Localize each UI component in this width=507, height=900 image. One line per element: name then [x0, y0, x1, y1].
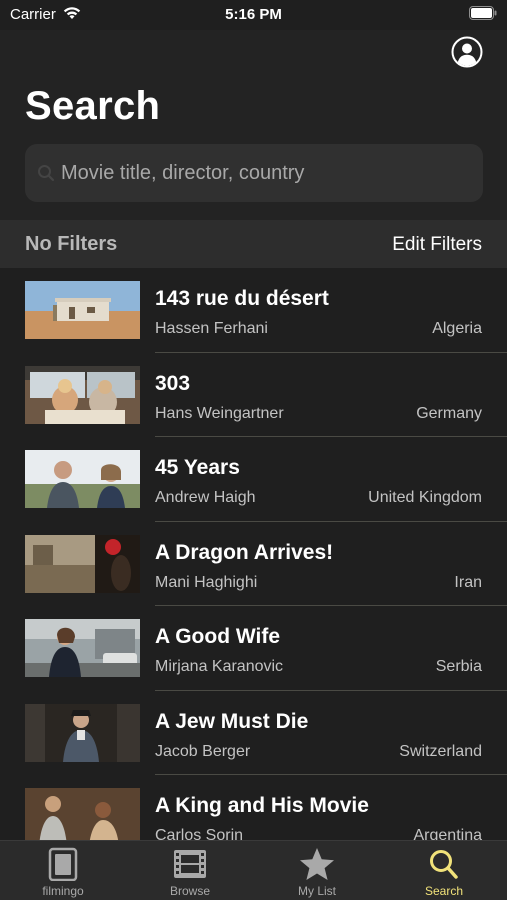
tab-filmingo[interactable]: filmingo	[0, 841, 126, 900]
movie-country: Iran	[454, 573, 482, 591]
person-icon	[451, 36, 483, 68]
movie-row[interactable]: A Jew Must Die Jacob Berger Switzerland	[0, 691, 507, 775]
movie-director: Carlos Sorin	[155, 827, 244, 840]
tab-label: Browse	[169, 884, 210, 898]
filter-status: No Filters	[25, 233, 118, 255]
search-input[interactable]	[61, 144, 471, 202]
movie-row[interactable]: 303 Hans Weingartner Germany	[0, 353, 507, 437]
edit-filters-button[interactable]: Edit Filters	[392, 234, 482, 256]
tab-my-list[interactable]: My List	[254, 841, 380, 900]
battery-icon	[469, 6, 497, 25]
movie-thumbnail	[25, 281, 140, 339]
page-title: Search	[25, 84, 161, 128]
movie-thumbnail	[25, 788, 140, 840]
movie-title: A Jew Must Die	[155, 709, 309, 733]
magnifier-icon	[381, 847, 507, 881]
movie-title: 45 Years	[155, 456, 240, 479]
movie-row[interactable]: 45 Years Andrew Haigh United Kingdom	[0, 437, 507, 522]
movie-director: Andrew Haigh	[155, 489, 256, 506]
movie-title: A King and His Movie	[155, 794, 369, 817]
tab-search[interactable]: Search	[381, 841, 507, 900]
film-strip-icon	[127, 847, 253, 881]
movie-title: A Dragon Arrives!	[155, 540, 334, 564]
tab-label: My List	[297, 884, 336, 898]
movie-country: Algeria	[432, 320, 482, 337]
clock: 5:16 PM	[225, 6, 282, 23]
movie-director: Mirjana Karanovic	[155, 658, 284, 675]
header: Search	[0, 30, 507, 220]
movie-director: Mani Haghighi	[155, 573, 258, 591]
profile-button[interactable]	[451, 36, 483, 68]
movie-country: Switzerland	[399, 742, 482, 760]
movie-row[interactable]: 143 rue du désert Hassen Ferhani Algeria	[0, 268, 507, 353]
tab-browse[interactable]: Browse	[127, 841, 253, 900]
movie-director: Hassen Ferhani	[155, 320, 268, 337]
tab-bar: filmingo Browse My List Search	[0, 840, 507, 900]
movie-title: 143 rue du désert	[155, 287, 329, 310]
movie-row[interactable]: A Good Wife Mirjana Karanovic Serbia	[0, 606, 507, 691]
movie-thumbnail	[25, 450, 140, 508]
movie-country: Serbia	[435, 658, 482, 675]
movie-director: Hans Weingartner	[155, 404, 284, 422]
search-icon	[37, 164, 55, 187]
status-bar: Carrier 5:16 PM	[0, 0, 507, 30]
movie-title: 303	[155, 371, 191, 395]
movie-director: Jacob Berger	[155, 742, 251, 760]
search-field[interactable]	[25, 144, 483, 202]
movie-country: United Kingdom	[368, 489, 482, 506]
movie-thumbnail	[25, 534, 140, 593]
movie-country: Argentina	[413, 827, 483, 840]
movie-country: Germany	[416, 404, 482, 422]
movie-row[interactable]: A Dragon Arrives! Mani Haghighi Iran	[0, 522, 507, 606]
phone-book-icon	[0, 847, 126, 882]
movie-thumbnail	[25, 619, 140, 677]
movie-thumbnail	[25, 703, 140, 762]
tab-label: filmingo	[42, 884, 84, 898]
tab-label: Search	[424, 884, 464, 898]
filter-bar: No Filters Edit Filters	[0, 220, 507, 268]
movie-thumbnail	[25, 365, 140, 424]
star-icon	[254, 847, 380, 881]
movie-title: A Good Wife	[155, 625, 281, 648]
movie-list: 143 rue du désert Hassen Ferhani Algeria…	[0, 268, 507, 840]
movie-row[interactable]: A King and His Movie Carlos Sorin Argent…	[0, 775, 507, 840]
